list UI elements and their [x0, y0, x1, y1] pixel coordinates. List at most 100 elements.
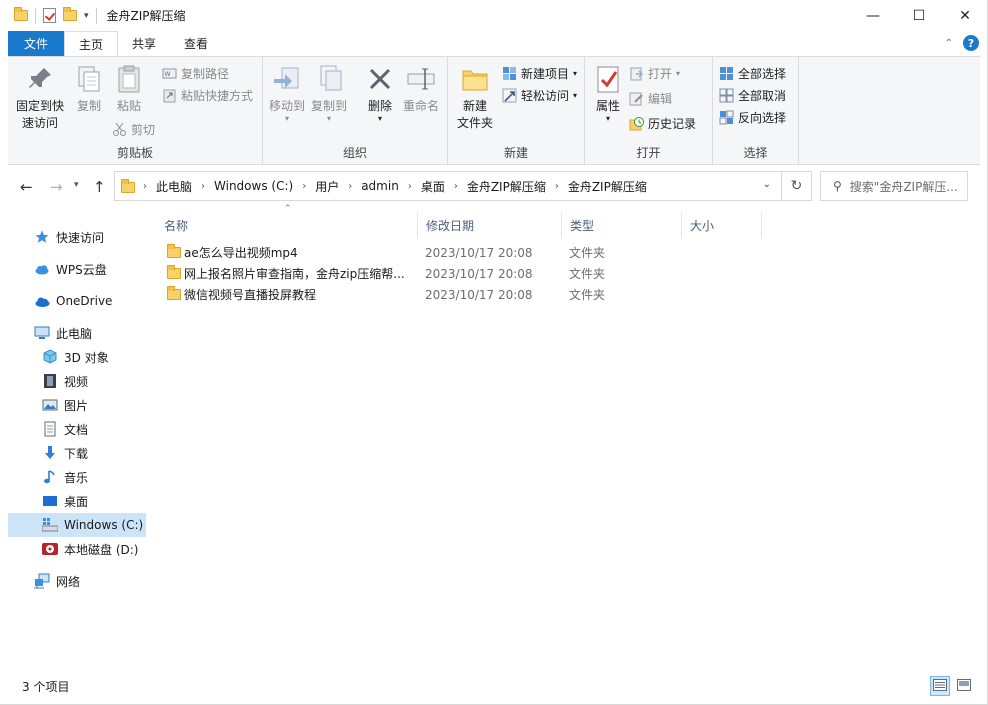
- file-type: 文件夹: [569, 246, 606, 260]
- new-item-button[interactable]: 新建项目 ▾: [502, 63, 577, 83]
- pin-to-quick-access-button[interactable]: 固定到快 速访问: [14, 63, 66, 132]
- document-icon: [42, 421, 58, 437]
- organize-group-label: 组织: [342, 146, 367, 160]
- breadcrumb-item[interactable]: admin: [361, 179, 399, 193]
- copy-path-button[interactable]: W 复制路径: [162, 63, 229, 83]
- select-all-icon: [719, 66, 734, 81]
- nav-item-music[interactable]: 音乐: [8, 465, 146, 489]
- refresh-button[interactable]: ↻: [782, 171, 812, 201]
- nav-item-videos[interactable]: 视频: [8, 369, 146, 393]
- status-bar: 3 个项目: [8, 672, 980, 700]
- new-folder-button[interactable]: 新建 文件夹: [452, 63, 498, 132]
- paste-button[interactable]: 粘贴: [110, 63, 148, 115]
- move-to-button[interactable]: 移动到 ▾: [267, 63, 307, 123]
- svg-text:W: W: [165, 71, 171, 78]
- nav-item-windows-c[interactable]: Windows (C:): [8, 513, 146, 537]
- new-folder-icon[interactable]: [63, 7, 77, 21]
- select-group-label: 选择: [743, 146, 768, 160]
- open-button[interactable]: 打开 ▾: [629, 63, 680, 83]
- rename-button[interactable]: 重命名: [399, 63, 443, 115]
- minimize-button[interactable]: —: [850, 0, 896, 31]
- breadcrumb-item[interactable]: Windows (C:): [214, 179, 293, 193]
- address-bar[interactable]: › 此电脑 › Windows (C:) › 用户 › admin › 桌面 ›…: [114, 171, 782, 201]
- nav-item-onedrive[interactable]: OneDrive: [8, 289, 146, 313]
- properties-button[interactable]: 属性 ▾: [591, 63, 625, 123]
- properties-icon[interactable]: [43, 8, 56, 23]
- desktop-icon: [42, 493, 58, 509]
- chevron-right-icon[interactable]: ›: [454, 181, 458, 192]
- table-row[interactable]: ae怎么导出视频mp4 2023/10/17 20:08 文件夹: [158, 242, 618, 263]
- clipboard-group: 固定到快 速访问 复制 粘贴 W 复制路径 粘贴快捷方式 剪切 剪贴板: [8, 57, 263, 164]
- table-row[interactable]: 网上报名照片审查指南，金舟zip压缩帮... 2023/10/17 20:08 …: [158, 263, 618, 284]
- delete-button[interactable]: 删除 ▾: [361, 63, 399, 123]
- cut-button[interactable]: 剪切: [112, 119, 155, 139]
- customize-dropdown-icon[interactable]: ▾: [84, 11, 89, 21]
- breadcrumb-item[interactable]: 桌面: [421, 178, 445, 195]
- nav-item-3d-objects[interactable]: 3D 对象: [8, 345, 146, 369]
- chevron-right-icon[interactable]: ›: [555, 181, 559, 192]
- copy-button[interactable]: 复制: [70, 63, 108, 115]
- drive-icon: [41, 517, 59, 533]
- nav-item-local-disk-d[interactable]: 本地磁盘 (D:): [8, 537, 146, 561]
- nav-item-documents[interactable]: 文档: [8, 417, 146, 441]
- divider: [95, 7, 97, 24]
- chevron-right-icon[interactable]: ›: [201, 181, 205, 192]
- back-arrow-icon[interactable]: ←: [20, 178, 33, 196]
- easy-access-button[interactable]: 轻松访问 ▾: [502, 85, 577, 105]
- nav-item-network[interactable]: 网络: [8, 569, 146, 593]
- search-placeholder: 搜索"金舟ZIP解压...: [849, 179, 958, 194]
- edit-button[interactable]: 编辑: [629, 88, 672, 108]
- select-all-button[interactable]: 全部选择: [719, 63, 786, 83]
- address-dropdown-icon[interactable]: ⌄: [763, 179, 771, 190]
- picture-icon: [42, 397, 58, 413]
- maximize-button[interactable]: ☐: [896, 0, 942, 31]
- breadcrumb-item[interactable]: 金舟ZIP解压缩: [568, 178, 647, 195]
- forward-arrow-icon[interactable]: →: [50, 178, 63, 196]
- column-header-size[interactable]: 大小: [682, 212, 762, 238]
- nav-item-desktop[interactable]: 桌面: [8, 489, 146, 513]
- breadcrumb-item[interactable]: 用户: [315, 178, 339, 195]
- chevron-right-icon[interactable]: ›: [302, 181, 306, 192]
- copy-icon: [73, 63, 105, 95]
- table-row[interactable]: 微信视频号直播投屏教程 2023/10/17 20:08 文件夹: [158, 284, 618, 305]
- tab-file[interactable]: 文件: [8, 31, 65, 56]
- chevron-right-icon[interactable]: ›: [408, 181, 412, 192]
- invert-selection-button[interactable]: 反向选择: [719, 107, 786, 127]
- file-date: 2023/10/17 20:08: [425, 245, 533, 260]
- tab-home[interactable]: 主页: [64, 31, 119, 56]
- chevron-right-icon[interactable]: ›: [348, 181, 352, 192]
- history-button[interactable]: 历史记录: [629, 113, 696, 133]
- nav-item-quick-access[interactable]: 快速访问: [8, 225, 146, 249]
- divider: [35, 7, 36, 24]
- paste-shortcut-button[interactable]: 粘贴快捷方式: [162, 85, 253, 105]
- tab-share[interactable]: 共享: [118, 31, 170, 56]
- breadcrumb-item[interactable]: 此电脑: [156, 178, 192, 195]
- tab-view[interactable]: 查看: [170, 31, 222, 56]
- copy-to-button[interactable]: 复制到 ▾: [309, 63, 349, 123]
- help-icon[interactable]: ?: [963, 35, 979, 51]
- properties-icon: [592, 63, 624, 95]
- search-input[interactable]: ⚲ 搜索"金舟ZIP解压...: [820, 171, 968, 201]
- select-none-button[interactable]: 全部取消: [719, 85, 786, 105]
- file-list: ⌃ 名称 修改日期 类型 大小 ae怎么导出视频mp4 2023/10/17 2…: [148, 204, 980, 668]
- organize-group: 移动到 ▾ 复制到 ▾ 删除 ▾ 重命名 组织: [263, 57, 448, 164]
- open-icon: [629, 66, 644, 81]
- nav-item-wps-cloud[interactable]: WPS云盘: [8, 257, 146, 281]
- nav-item-this-pc[interactable]: 此电脑: [8, 321, 146, 345]
- large-icons-view-button[interactable]: [954, 676, 974, 696]
- nav-item-pictures[interactable]: 图片: [8, 393, 146, 417]
- column-header-name[interactable]: 名称: [156, 212, 418, 238]
- move-to-icon: [271, 63, 303, 95]
- breadcrumb-item[interactable]: 金舟ZIP解压缩: [467, 178, 546, 195]
- details-view-button[interactable]: [930, 676, 950, 696]
- close-button[interactable]: ✕: [942, 0, 988, 31]
- recent-locations-icon[interactable]: ▾: [74, 180, 79, 190]
- collapse-ribbon-icon[interactable]: ⌃: [945, 38, 953, 49]
- column-header-date[interactable]: 修改日期: [418, 212, 562, 238]
- star-icon: [34, 229, 50, 245]
- window-title: 金舟ZIP解压缩: [106, 9, 186, 23]
- up-arrow-icon[interactable]: ↑: [93, 178, 106, 196]
- title-bar: ▾ 金舟ZIP解压缩 — ☐ ✕: [0, 0, 988, 31]
- column-header-type[interactable]: 类型: [562, 212, 682, 238]
- nav-item-downloads[interactable]: 下载: [8, 441, 146, 465]
